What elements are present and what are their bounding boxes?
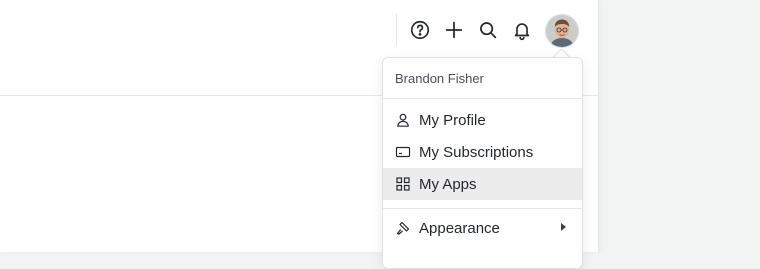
menu-item-label: My Profile [419,111,486,129]
search-icon [480,22,497,39]
menu-item-label: My Subscriptions [419,143,534,161]
bell-icon [514,23,530,41]
help-button[interactable] [407,17,433,43]
card-icon [395,144,411,160]
avatar[interactable] [545,14,579,48]
user-icon [395,112,411,128]
menu-divider [383,98,582,99]
menu-item-my-subscriptions[interactable]: My Subscriptions [383,136,582,168]
user-menu: Brandon Fisher My Profile My Subscriptio… [382,57,583,269]
menu-item-label: My Apps [419,175,477,193]
menu-item-my-apps[interactable]: My Apps [383,168,582,200]
menu-item-my-profile[interactable]: My Profile [383,104,582,136]
create-button[interactable] [441,17,467,43]
menu-item-appearance[interactable]: Appearance [383,212,582,244]
notifications-button[interactable] [509,17,535,43]
menu-divider [383,208,582,209]
menu-user-name: Brandon Fisher [395,71,484,86]
avatar-image [546,15,578,47]
menu-item-label: Appearance [419,219,500,237]
search-button[interactable] [475,17,501,43]
plus-icon [445,21,463,39]
help-icon [410,20,430,40]
toolbar-separator [396,14,397,46]
submenu-arrow-icon [561,223,566,231]
grid-icon [395,176,411,192]
brush-icon [395,220,411,236]
